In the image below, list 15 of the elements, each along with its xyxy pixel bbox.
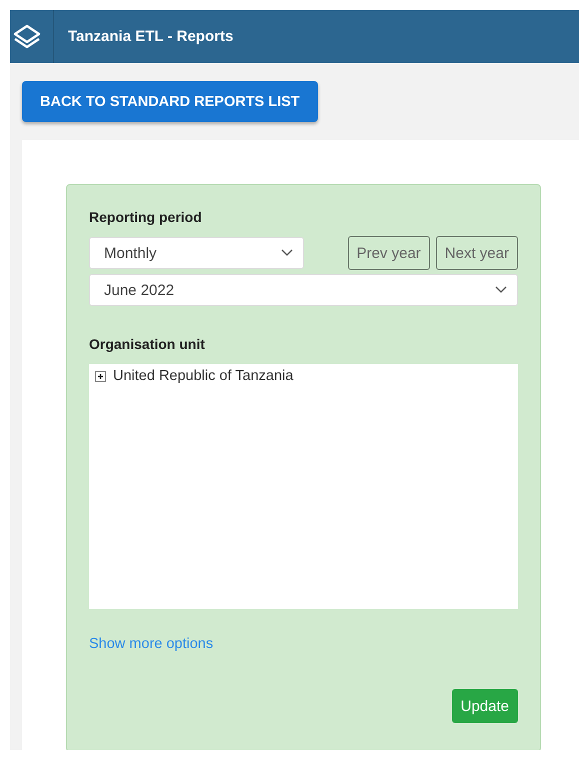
- expand-icon[interactable]: [95, 370, 106, 382]
- tree-item[interactable]: United Republic of Tanzania: [113, 368, 294, 384]
- chevron-down-icon: [281, 249, 293, 257]
- show-more-options-link[interactable]: Show more options: [89, 636, 214, 652]
- section-label: Organisation unit: [89, 336, 205, 352]
- update-button[interactable]: Update: [452, 689, 518, 723]
- app-title: Tanzania ETL - Reports: [68, 28, 234, 45]
- period-type-select[interactable]: Monthly: [89, 237, 304, 269]
- year-button[interactable]: Prev year: [348, 236, 430, 270]
- section-label: Reporting period: [89, 209, 203, 225]
- back-button[interactable]: BACK TO STANDARD REPORTS LIST: [22, 81, 318, 122]
- year-button[interactable]: Next year: [436, 236, 518, 270]
- chevron-down-icon: [495, 286, 507, 294]
- layers-logo-icon: [12, 22, 42, 50]
- period-select[interactable]: June 2022: [89, 274, 518, 306]
